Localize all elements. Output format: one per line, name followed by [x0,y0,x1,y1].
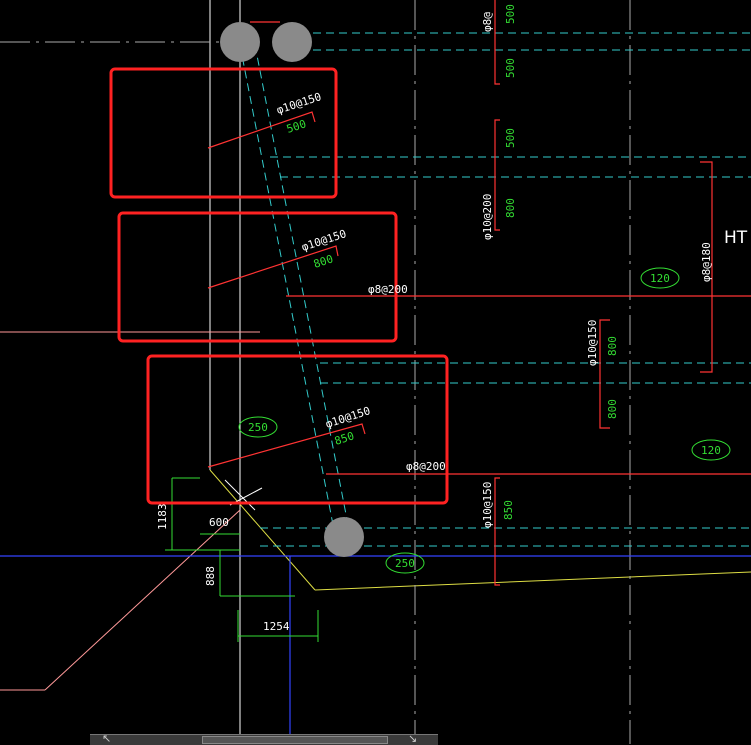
dim-1183-text: 1183 [156,504,169,531]
rebar-right-top [494,0,500,85]
scrollbar-thumb[interactable] [202,736,388,744]
dashed-slope-outer [239,44,336,536]
label-right-col1-len-a: 500 [504,58,517,78]
label-bottom-rebar: φ10@150 [481,482,494,528]
rebar-right-col1 [494,119,500,231]
tag-120-bottom: 120 [701,444,721,457]
foundation-top-line [314,571,751,591]
dimension-texts: 1183 600 888 1254 [156,504,290,634]
highlight-box-1[interactable] [109,67,338,199]
rebar-label-texts: φ10@150 500 φ10@150 800 φ10@150 850 φ8@2… [275,4,713,528]
scroll-left-icon[interactable]: ↖ [102,732,111,745]
label-right-col2-len-b: 800 [606,399,619,419]
highlight-box-3[interactable] [146,354,449,505]
tag-250-bottom: 250 [395,557,415,570]
edge-label: HT [724,228,748,248]
left-diagonal-line [44,509,241,691]
dim-1254-text: 1254 [263,620,290,633]
dim-888-text: 888 [204,566,217,586]
label-slab-top-1: φ10@150 [275,90,323,117]
highlight-box-2[interactable] [117,211,398,343]
label-slab-bot-1: φ10@150 [324,404,372,431]
dimension-ticks [224,479,263,511]
bar-circle-top-left [220,22,260,62]
label-bottom-len: 850 [502,500,515,520]
label-right-col1-rebar: φ10@200 [481,194,494,240]
bottom-scrollbar[interactable]: ↖ ↘ [90,732,438,745]
cad-drawing-canvas[interactable]: φ10@150 500 φ10@150 800 φ10@150 850 φ8@2… [0,0,751,744]
slope-bottom-line [209,469,316,591]
label-right-top-len: 500 [504,4,517,24]
tag-120-top: 120 [650,272,670,285]
label-right-col3-rebar: φ8@180 [700,242,713,282]
label-right-top-rebar: φ8@ [481,12,494,32]
label-dist-1: φ8@200 [368,283,408,296]
tag-250-left: 250 [248,421,268,434]
grid-lines [0,0,631,744]
rebar-bottom-col [494,477,500,586]
label-right-col2-rebar: φ10@150 [586,320,599,366]
dashed-rebar-lines [239,32,751,547]
scroll-right-icon[interactable]: ↘ [408,732,417,745]
bar-circle-top-right [272,22,312,62]
label-right-col2-len-a: 800 [606,336,619,356]
label-dist-2: φ8@200 [406,460,446,473]
label-slab-mid-1-len: 800 [312,252,335,271]
label-right-col1-len-c: 800 [504,198,517,218]
structure-lines [0,0,751,744]
label-slab-bot-1-len: 850 [333,429,356,448]
dim-600-text: 600 [209,516,229,529]
label-right-col1-len-b: 500 [504,128,517,148]
bar-circle-bottom [324,517,364,557]
rebar-lines [207,0,751,586]
